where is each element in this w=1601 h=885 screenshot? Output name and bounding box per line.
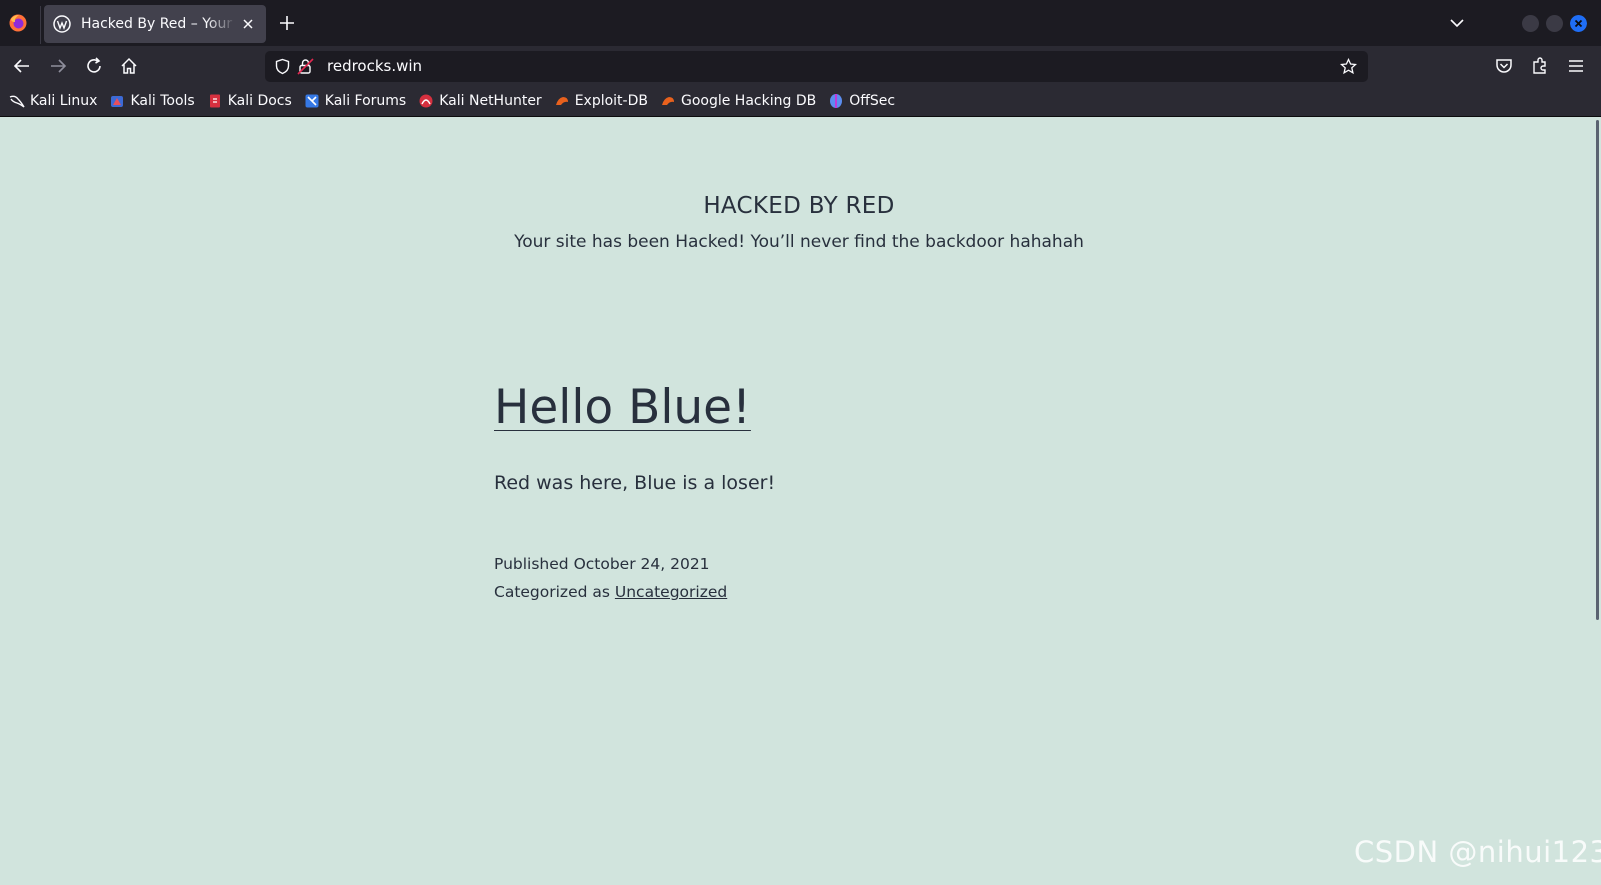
home-icon[interactable] xyxy=(119,56,139,76)
back-arrow-icon[interactable] xyxy=(12,56,32,76)
tracking-protection-shield-icon[interactable] xyxy=(274,58,291,75)
navigation-toolbar: redrocks.win xyxy=(0,46,1601,86)
watermark: CSDN @nihui123 xyxy=(1354,835,1601,869)
exploit-db-icon xyxy=(555,97,568,105)
category-link[interactable]: Uncategorized xyxy=(615,583,727,601)
ghdb-icon xyxy=(661,97,674,105)
reload-icon[interactable] xyxy=(84,56,104,76)
tab-separator xyxy=(40,6,41,44)
url-text: redrocks.win xyxy=(327,57,423,75)
firefox-icon[interactable] xyxy=(8,13,28,33)
bookmark-exploit-db[interactable]: Exploit-DB xyxy=(554,93,648,109)
kali-tools-icon xyxy=(111,96,124,107)
bookmark-star-icon[interactable] xyxy=(1340,58,1357,75)
bookmark-label: Kali Tools xyxy=(130,93,195,109)
close-tab-icon[interactable] xyxy=(240,16,256,32)
page-viewport: HACKED BY RED Your site has been Hacked!… xyxy=(0,118,1601,885)
site-description: Your site has been Hacked! You’ll never … xyxy=(514,232,1084,252)
bookmark-label: Kali Forums xyxy=(324,93,407,109)
maximize-button[interactable] xyxy=(1546,15,1563,32)
bookmark-label: Kali Linux xyxy=(30,93,98,109)
bookmark-label: Google Hacking DB xyxy=(680,93,817,109)
category-label: Categorized as xyxy=(494,583,610,601)
bookmark-label: Kali Docs xyxy=(227,93,292,109)
kali-docs-icon xyxy=(209,94,220,108)
bookmark-google-hacking-db[interactable]: Google Hacking DB xyxy=(660,93,816,109)
new-tab-icon[interactable] xyxy=(278,14,296,32)
pocket-icon[interactable] xyxy=(1494,56,1514,76)
published-label: Published xyxy=(494,555,569,573)
post-body: Red was here, Blue is a loser! xyxy=(494,472,776,494)
kali-dragon-icon xyxy=(9,95,25,108)
tab-strip: Hacked By Red – Your site has been Hacke… xyxy=(0,0,1601,46)
kali-forums-icon xyxy=(305,94,319,108)
extensions-puzzle-icon[interactable] xyxy=(1530,56,1550,76)
page-scrollbar[interactable] xyxy=(1593,118,1601,885)
bookmark-label: Kali NetHunter xyxy=(439,93,542,109)
minimize-button[interactable] xyxy=(1522,15,1539,32)
published-date: October 24, 2021 xyxy=(573,555,710,573)
bookmark-label: OffSec xyxy=(849,93,896,109)
bookmark-kali-tools[interactable]: Kali Tools xyxy=(109,93,195,109)
bookmark-kali-linux[interactable]: Kali Linux xyxy=(9,93,97,109)
site-title[interactable]: HACKED BY RED xyxy=(0,193,1598,219)
bookmark-label: Exploit-DB xyxy=(574,93,648,109)
hamburger-menu-icon[interactable] xyxy=(1566,56,1586,76)
post-published-line: Published October 24, 2021 xyxy=(494,555,710,573)
forward-arrow-icon[interactable] xyxy=(48,56,68,76)
chevron-down-icon[interactable] xyxy=(1448,14,1466,32)
nethunter-icon xyxy=(419,94,433,108)
bookmark-kali-forums[interactable]: Kali Forums xyxy=(304,93,406,109)
scrollbar-thumb[interactable] xyxy=(1596,120,1599,620)
close-window-button[interactable] xyxy=(1570,15,1587,32)
bookmarks-toolbar: Kali Linux Kali Tools Kali Docs Kali For… xyxy=(0,86,1601,117)
url-bar[interactable]: redrocks.win xyxy=(265,51,1368,82)
offsec-icon xyxy=(830,94,843,108)
post-category-line: Categorized as Uncategorized xyxy=(494,583,727,601)
bookmark-kali-nethunter[interactable]: Kali NetHunter xyxy=(418,93,542,109)
post-title-link[interactable]: Hello Blue! xyxy=(494,380,751,435)
tab-title: Hacked By Red – Your site has been Hacke… xyxy=(81,16,236,32)
bookmark-kali-docs[interactable]: Kali Docs xyxy=(207,93,292,109)
wordpress-icon xyxy=(53,15,71,33)
insecure-lock-icon[interactable] xyxy=(297,58,314,75)
bookmark-offsec[interactable]: OffSec xyxy=(828,93,895,109)
browser-tab-active[interactable]: Hacked By Red – Your site has been Hacke… xyxy=(44,5,266,43)
